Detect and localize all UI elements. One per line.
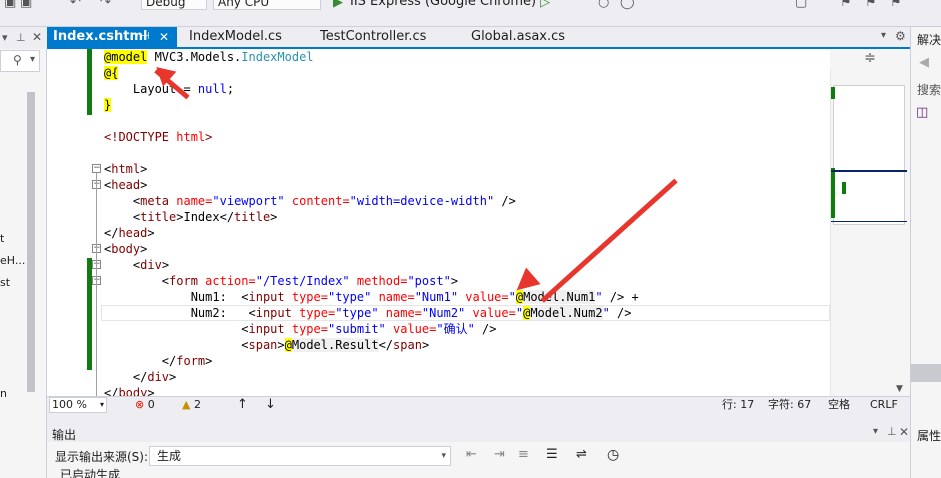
close-icon[interactable]: ✕: [159, 27, 169, 47]
toolbox-search[interactable]: ⚲ ▾: [0, 50, 40, 72]
tab-index-cshtml[interactable]: Index.cshtml ⊣ ✕: [47, 27, 177, 47]
back-icon[interactable]: ◀: [919, 55, 929, 70]
platform-select[interactable]: Any CPU: [213, 0, 321, 10]
gear-icon[interactable]: ⚙: [895, 29, 906, 43]
code-line-14: Num1: <input type="type" name="Num1" val…: [104, 290, 639, 304]
pin-icon[interactable]: ⊥: [16, 31, 26, 44]
toolbox-header: ▾ ⊥ ✕: [0, 27, 47, 49]
go-to-next-icon[interactable]: ⇥: [494, 447, 505, 462]
dropdown-icon[interactable]: ▾: [873, 426, 878, 437]
arrow-up-icon[interactable]: ↑: [237, 396, 248, 414]
toolbox-scrollbar[interactable]: [27, 92, 35, 392]
flag-icon[interactable]: ⚑: [840, 0, 852, 10]
code-line-11: <body>: [104, 242, 148, 256]
flag-prev-icon[interactable]: ⚑: [890, 0, 902, 10]
output-source-label: 显示输出来源(S):: [55, 450, 149, 464]
vs-solution-icon: ◫: [916, 105, 929, 120]
tab-testcontroller-cs[interactable]: TestController.cs: [314, 27, 426, 47]
code-line-18: </form>: [104, 354, 213, 368]
solution-explorer-panel: 解决 ◀ 搜索 ◫ 属性: [910, 27, 941, 478]
change-marker: [87, 49, 92, 115]
go-to-prev-icon[interactable]: ⇤: [466, 447, 477, 462]
code-line-2: @{: [104, 66, 119, 80]
word-wrap-icon[interactable]: ⇌: [576, 447, 587, 462]
output-source-select[interactable]: 生成 ▾: [149, 446, 451, 466]
zoom-select[interactable]: 100 % ▾: [49, 397, 107, 413]
code-line-12: <div>: [104, 258, 170, 272]
chevron-down-icon[interactable]: ▾: [30, 54, 35, 65]
line-number: 行: 17: [722, 398, 755, 411]
browser-link-icon[interactable]: ○: [598, 0, 609, 10]
play-icon[interactable]: ▶: [333, 0, 343, 10]
line-ending[interactable]: CRLF: [870, 396, 898, 414]
code-line-10: </head>: [104, 226, 155, 240]
clear-all-icon[interactable]: ☰: [546, 447, 558, 462]
save-icon[interactable]: ▣: [4, 0, 16, 10]
code-line-15: Num2: <input type="type" name="Num2" val…: [104, 306, 632, 320]
pin-icon[interactable]: ⊣: [141, 27, 150, 47]
tab-indexmodel-cs[interactable]: IndexModel.cs: [183, 27, 282, 47]
chevron-down-icon: ▾: [441, 451, 446, 461]
properties-title: 属性: [917, 429, 941, 443]
selected-row[interactable]: [911, 364, 941, 382]
warning-count[interactable]: ▲ 2: [182, 396, 201, 414]
warning-icon: ▲: [182, 398, 191, 411]
minimap-viewport[interactable]: [831, 170, 907, 222]
close-icon[interactable]: ✕: [32, 30, 42, 44]
toolbox-panel: [0, 27, 47, 478]
list-item[interactable]: eH...: [0, 254, 25, 267]
code-line-7: <head>: [104, 178, 148, 192]
code-line-1: @model MVC3.Models.IndexModel: [104, 50, 314, 64]
list-item[interactable]: t: [0, 232, 4, 245]
tab-global-asax-cs[interactable]: Global.asax.cs: [465, 27, 565, 47]
config-select[interactable]: Debug: [141, 0, 207, 10]
error-icon: ⊗: [135, 398, 145, 411]
code-line-19: </div>: [104, 370, 177, 384]
code-line-9: <title>Index</title>: [104, 210, 278, 224]
bookmark-icon[interactable]: ▢: [795, 0, 807, 10]
pin-icon[interactable]: ⊥: [887, 425, 897, 438]
list-item[interactable]: n: [0, 387, 7, 400]
start-without-debug-icon[interactable]: ▷: [540, 0, 550, 10]
code-line-17: <span>@Model.Result</span>: [104, 338, 430, 352]
list-item[interactable]: st: [0, 276, 10, 289]
run-target-label[interactable]: IIS Express (Google Chrome): [350, 0, 536, 9]
tab-overflow-icon[interactable]: ▾: [881, 30, 886, 41]
fold-toggle[interactable]: −: [92, 164, 101, 173]
search-icon: ⚲: [13, 53, 22, 67]
panel-title: 解决: [917, 33, 941, 47]
arrow-down-icon[interactable]: ↓: [265, 396, 276, 414]
code-line-4: }: [104, 98, 112, 112]
column-number: 字符: 67: [768, 398, 812, 411]
redo-icon[interactable]: ↷: [100, 0, 111, 10]
code-line-8: <meta name="viewport" content="width=dev…: [104, 194, 516, 208]
change-marker: [87, 258, 92, 370]
output-title: 输出: [52, 428, 77, 442]
toolbar: ▣ ▣ ↶ ↷ Debug Any CPU ▶ IIS Express (Goo…: [0, 0, 941, 27]
code-line-20: </body>: [104, 386, 155, 396]
save-all-icon[interactable]: ▣: [20, 0, 32, 10]
undo-icon[interactable]: ↶: [70, 0, 81, 10]
solution-search[interactable]: 搜索: [917, 81, 941, 98]
clock-icon[interactable]: ◷: [607, 447, 619, 463]
code-line-5: <!DOCTYPE html>: [104, 130, 213, 144]
minimap-change-marker: [831, 87, 835, 99]
flag-next-icon[interactable]: ⚑: [865, 0, 877, 10]
refresh-icon[interactable]: ◯: [620, 0, 635, 10]
dropdown-icon[interactable]: ▾: [2, 31, 8, 44]
document-tabs: Index.cshtml ⊣ ✕ IndexModel.cs TestContr…: [47, 27, 910, 49]
close-icon[interactable]: ✕: [899, 425, 909, 439]
find-icon[interactable]: ≡: [518, 447, 529, 462]
code-line-6: <html>: [104, 162, 148, 176]
chevron-down-icon: ▾: [99, 400, 104, 409]
fold-guide: [96, 173, 97, 398]
indent-mode[interactable]: 空格: [828, 396, 850, 414]
split-icon[interactable]: ≑: [830, 49, 910, 69]
code-line-13: <form action="/Test/Index" method="post"…: [104, 274, 459, 288]
output-titlebar: 输出 ▾ ⊥ ✕: [47, 424, 910, 442]
error-count[interactable]: ⊗ 0: [135, 396, 155, 414]
code-line-16: <input type="submit" value="确认" />: [104, 322, 497, 336]
output-text: 已启动生成: [60, 468, 121, 478]
scroll-down-icon[interactable]: ▼: [896, 384, 903, 394]
